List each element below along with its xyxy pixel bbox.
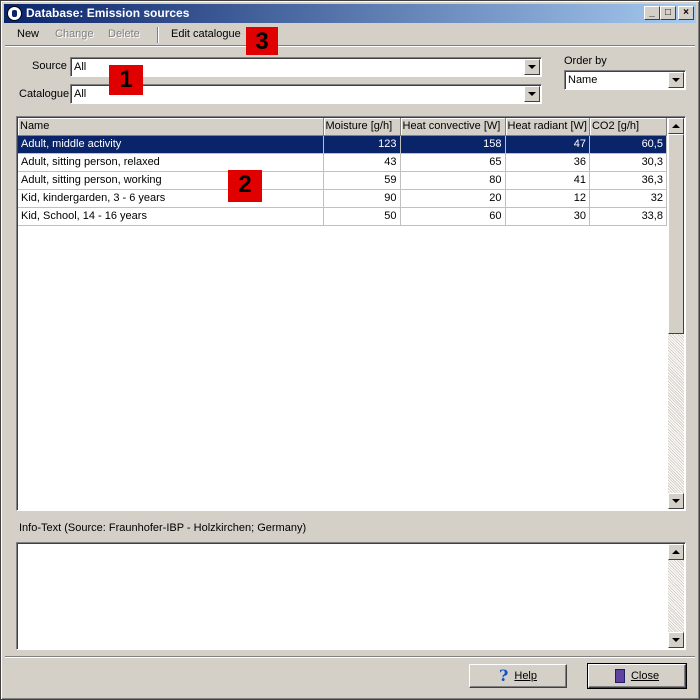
table-row[interactable]: Adult, middle activity 123 158 47 60,5: [18, 135, 667, 154]
info-text-label: Info-Text (Source: Fraunhofer-IBP - Holz…: [19, 522, 307, 534]
close-window-button[interactable]: ×: [678, 6, 694, 20]
scroll-thumb[interactable]: [668, 134, 684, 334]
cell-heat-radiant[interactable]: 12: [505, 189, 590, 208]
cell-heat-convective[interactable]: 60: [400, 207, 506, 226]
cell-heat-convective[interactable]: 80: [400, 171, 506, 190]
cell-co2[interactable]: 60,5: [589, 135, 667, 154]
source-label: Source: [32, 60, 67, 72]
table-row[interactable]: Adult, sitting person, relaxed 43 65 36 …: [18, 153, 667, 172]
minimize-button[interactable]: _: [644, 6, 660, 20]
annotation-marker-1: 1: [109, 65, 143, 95]
cell-co2[interactable]: 32: [589, 189, 667, 208]
emission-sources-table[interactable]: Name Moisture [g/h] Heat convective [W] …: [16, 116, 686, 511]
maximize-button[interactable]: □: [660, 6, 676, 20]
cell-name[interactable]: Adult, sitting person, working: [18, 171, 324, 190]
cell-heat-radiant[interactable]: 47: [505, 135, 590, 154]
close-button[interactable]: Close: [587, 663, 687, 689]
close-label: Close: [630, 670, 660, 682]
column-header-heat-radiant[interactable]: Heat radiant [W]: [505, 118, 590, 136]
cell-co2[interactable]: 30,3: [589, 153, 667, 172]
scroll-up-icon[interactable]: [668, 544, 684, 560]
order-by-label: Order by: [564, 55, 607, 67]
menu-separator: [157, 27, 159, 43]
cell-co2[interactable]: 36,3: [589, 171, 667, 190]
column-header-heat-convective[interactable]: Heat convective [W]: [400, 118, 506, 136]
annotation-marker-2: 2: [228, 170, 262, 202]
order-by-value: Name: [568, 74, 598, 86]
menu-bar: New Change Delete Edit catalogue: [5, 25, 695, 45]
catalogue-value: All: [74, 88, 87, 100]
info-scrollbar[interactable]: [668, 544, 684, 648]
cell-moisture[interactable]: 59: [323, 171, 401, 190]
chevron-down-icon[interactable]: [524, 86, 540, 102]
chevron-down-icon[interactable]: [524, 59, 540, 75]
scroll-up-icon[interactable]: [668, 118, 684, 134]
menu-edit-catalogue[interactable]: Edit catalogue: [171, 28, 241, 40]
close-door-icon: [614, 669, 625, 684]
info-text-box[interactable]: [16, 542, 686, 650]
cell-moisture[interactable]: 90: [323, 189, 401, 208]
header-row: Name Moisture [g/h] Heat convective [W] …: [18, 118, 667, 136]
column-header-moisture[interactable]: Moisture [g/h]: [323, 118, 401, 136]
table-row[interactable]: Kid, School, 14 - 16 years 50 60 30 33,8: [18, 207, 667, 226]
cell-name[interactable]: Adult, sitting person, relaxed: [18, 153, 324, 172]
source-value: All: [74, 61, 87, 73]
cell-heat-convective[interactable]: 158: [400, 135, 506, 154]
catalogue-label: Catalogue: [19, 88, 70, 100]
scroll-down-icon[interactable]: [668, 493, 684, 509]
menu-new[interactable]: New: [17, 28, 39, 40]
cell-moisture[interactable]: 43: [323, 153, 401, 172]
cell-heat-radiant[interactable]: 30: [505, 207, 590, 226]
cell-name[interactable]: Kid, kindergarden, 3 - 6 years: [18, 189, 324, 208]
cell-moisture[interactable]: 50: [323, 207, 401, 226]
table-scrollbar[interactable]: [668, 118, 684, 509]
cell-heat-convective[interactable]: 20: [400, 189, 506, 208]
menu-delete[interactable]: Delete: [108, 28, 140, 40]
title-bar[interactable]: Database: Emission sources _ □ ×: [4, 4, 696, 23]
help-button[interactable]: ? Help: [469, 664, 567, 688]
cell-heat-radiant[interactable]: 41: [505, 171, 590, 190]
help-label: Help: [514, 670, 537, 682]
table-row[interactable]: Kid, kindergarden, 3 - 6 years 90 20 12 …: [18, 189, 667, 208]
menu-divider: [5, 45, 695, 47]
cell-heat-radiant[interactable]: 36: [505, 153, 590, 172]
table-row[interactable]: Adult, sitting person, working 59 80 41 …: [18, 171, 667, 190]
scroll-down-icon[interactable]: [668, 632, 684, 648]
emission-sources-window: Database: Emission sources _ □ × New Cha…: [0, 0, 700, 700]
app-icon[interactable]: [7, 6, 22, 21]
help-icon: ?: [499, 666, 509, 686]
cell-name[interactable]: Adult, middle activity: [18, 135, 324, 154]
chevron-down-icon[interactable]: [668, 72, 684, 88]
order-by-select[interactable]: Name: [564, 70, 686, 90]
cell-co2[interactable]: 33,8: [589, 207, 667, 226]
column-header-name[interactable]: Name: [18, 118, 324, 136]
menu-change[interactable]: Change: [55, 28, 94, 40]
cell-moisture[interactable]: 123: [323, 135, 401, 154]
cell-name[interactable]: Kid, School, 14 - 16 years: [18, 207, 324, 226]
window-title: Database: Emission sources: [26, 6, 190, 20]
data-grid: Name Moisture [g/h] Heat convective [W] …: [18, 118, 667, 226]
cell-heat-convective[interactable]: 65: [400, 153, 506, 172]
annotation-marker-3: 3: [246, 27, 278, 55]
column-header-co2[interactable]: CO2 [g/h]: [589, 118, 667, 136]
footer-divider: [5, 656, 695, 658]
